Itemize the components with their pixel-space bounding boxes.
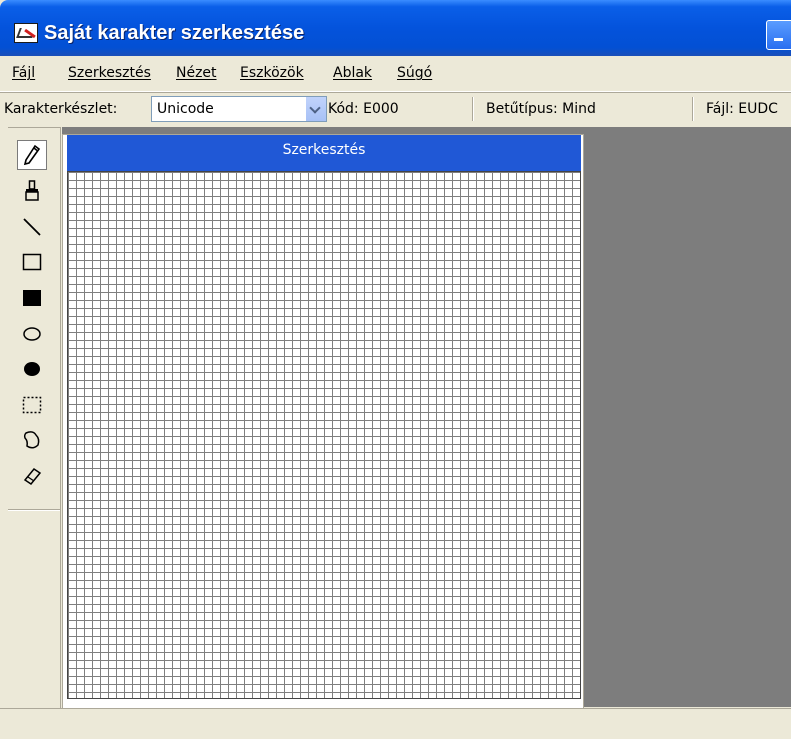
brush-icon[interactable] [17,176,47,206]
eraser-icon[interactable] [17,461,47,491]
status-strip: Karakterkészlet: Unicode Kód: E000 Betűt… [0,92,791,125]
font-readout: Betűtípus: Mind [486,101,596,117]
app-icon[interactable] [14,23,38,43]
menu-tools[interactable]: Eszközök [240,65,304,81]
tool-panel [8,127,61,708]
filled-ellipse-icon[interactable] [17,354,47,384]
status-separator [472,97,474,121]
title-bar: Saját karakter szerkesztése [0,0,791,56]
status-separator [692,97,694,121]
window-title: Saját karakter szerkesztése [44,22,305,44]
charset-value: Unicode [157,101,214,117]
rectangular-selection-icon[interactable] [17,390,47,420]
edit-window-title: Szerkesztés [282,142,366,158]
menu-help[interactable]: Súgó [397,65,432,81]
menu-bar: Fájl Szerkesztés Nézet Eszközök Ablak Sú… [0,56,791,92]
glyph-edit-grid[interactable] [67,171,581,699]
filled-rectangle-icon[interactable] [17,283,47,313]
file-readout: Fájl: EUDC [706,101,778,117]
freeform-selection-icon[interactable] [17,425,47,455]
window-frame-left [0,127,8,708]
hollow-ellipse-icon[interactable] [17,319,47,349]
chevron-down-icon[interactable] [306,97,326,121]
menu-view[interactable]: Nézet [176,65,217,81]
tool-panel-divider [8,509,60,511]
minimize-button[interactable] [766,20,791,50]
menu-window[interactable]: Ablak [333,65,372,81]
charset-label: Karakterkészlet: [4,101,118,117]
pencil-icon[interactable] [17,140,47,170]
status-bar [0,708,791,739]
edit-window-title-bar[interactable]: Szerkesztés [67,135,581,171]
menu-file[interactable]: Fájl [12,65,35,81]
menu-edit[interactable]: Szerkesztés [68,65,151,81]
code-readout: Kód: E000 [328,101,399,117]
hollow-rectangle-icon[interactable] [17,247,47,277]
edit-window: Szerkesztés [62,134,584,710]
line-icon[interactable] [17,212,47,242]
charset-dropdown[interactable]: Unicode [151,96,327,122]
